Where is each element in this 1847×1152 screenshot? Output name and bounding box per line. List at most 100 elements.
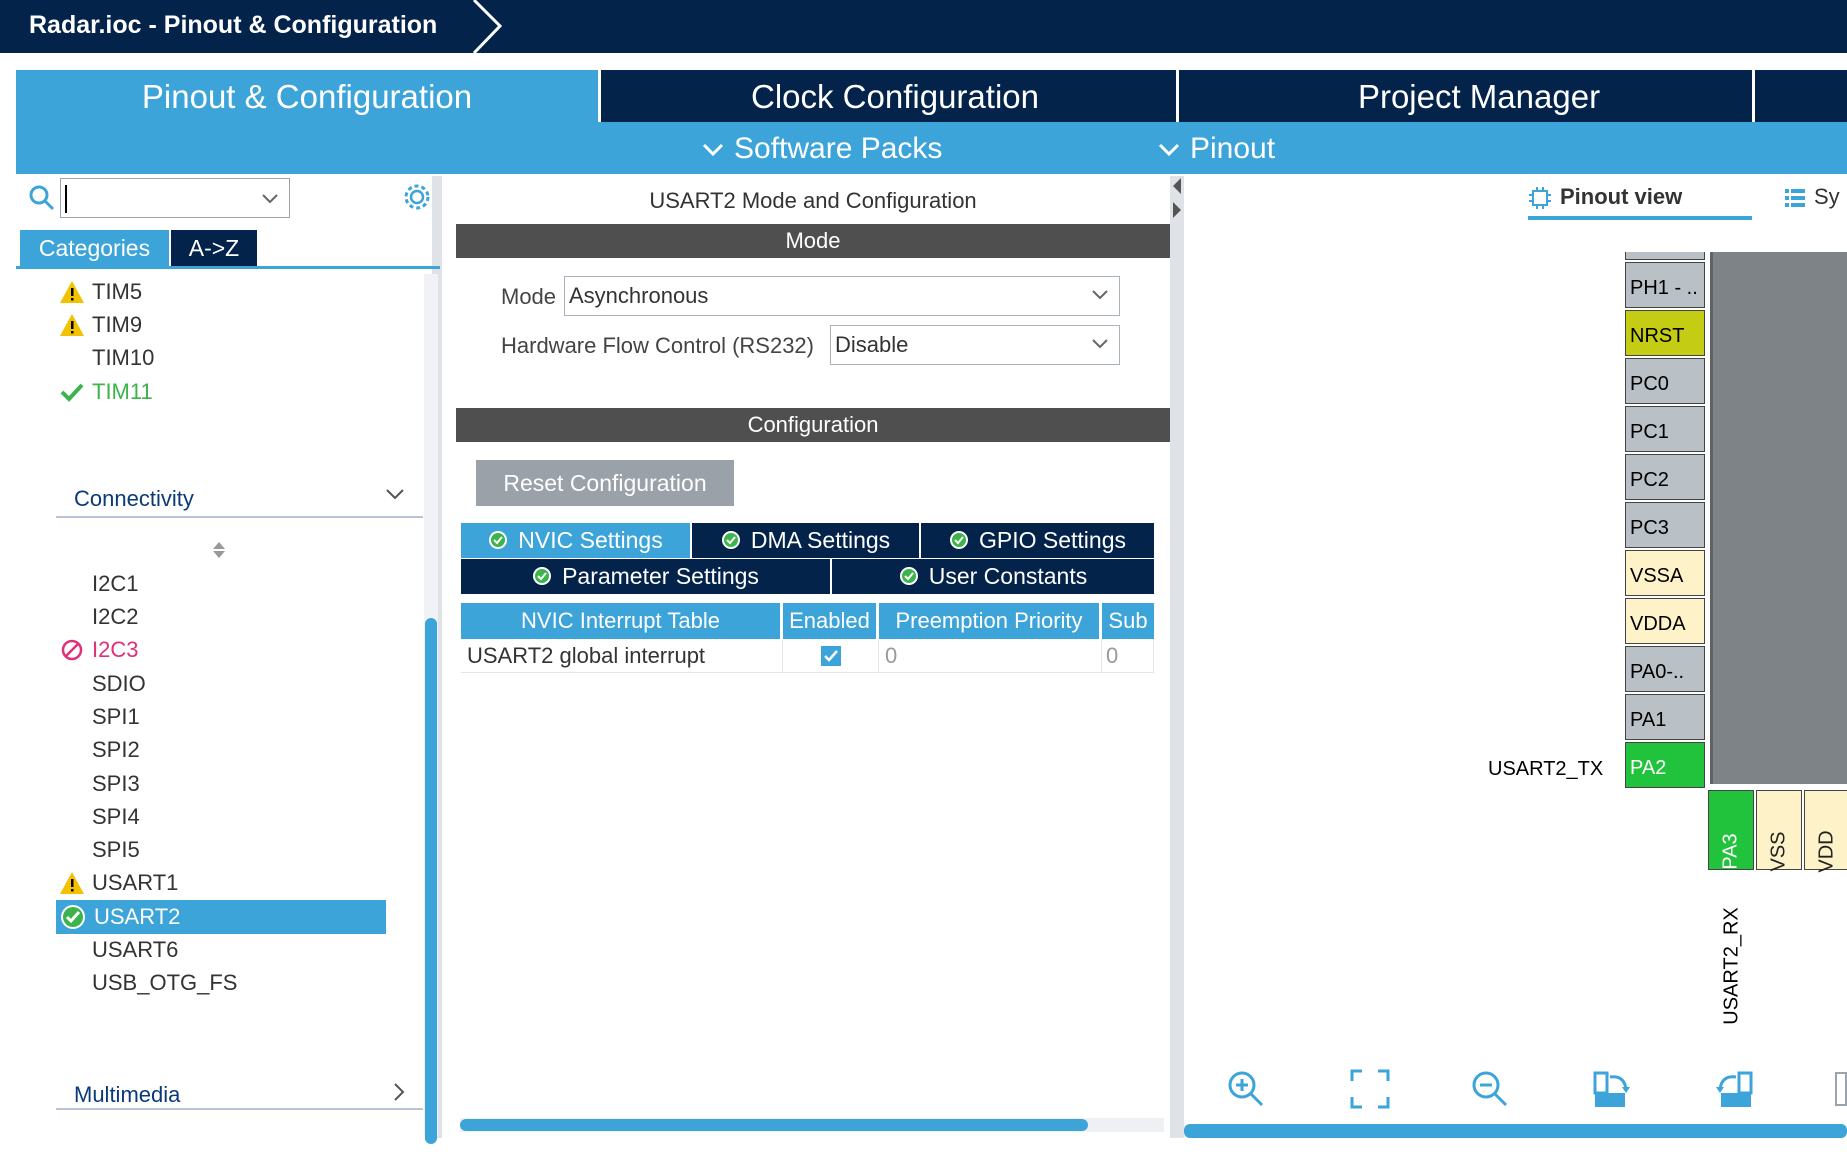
pin-pa3[interactable]: PA3 [1708, 790, 1754, 870]
more-tools-icon[interactable] [1834, 1069, 1847, 1109]
tree-item-tim5[interactable]: TIM5 [60, 277, 142, 307]
system-view-tab[interactable]: Sy [1784, 184, 1840, 210]
category-underline [16, 266, 440, 269]
pin-vss[interactable]: VSS [1756, 790, 1802, 872]
blocked-icon [61, 639, 83, 661]
pin-label: PA3 [1719, 833, 1742, 870]
tree-item-spi4[interactable]: SPI4 [92, 802, 140, 832]
enabled-checkbox[interactable] [820, 645, 842, 667]
group-multimedia[interactable]: Multimedia [56, 1072, 423, 1110]
scrollbar-thumb[interactable] [425, 618, 437, 1144]
pin-label: VSS [1767, 831, 1790, 872]
pin-stub [1625, 252, 1705, 260]
zoom-out-icon[interactable] [1470, 1069, 1510, 1109]
pin-label: PH1 - .. [1630, 277, 1698, 299]
pin-label: PA1 [1630, 709, 1667, 731]
config-panel-title: USART2 Mode and Configuration [649, 188, 977, 213]
pin-pa1[interactable]: PA1 [1625, 694, 1705, 740]
check-circle-icon [899, 566, 918, 585]
horizontal-scrollbar[interactable] [1184, 1124, 1847, 1138]
horizontal-scrollbar[interactable] [460, 1118, 1164, 1132]
pinout-view-tab[interactable]: Pinout view [1528, 184, 1682, 214]
pinout-menu[interactable]: Pinout [1158, 122, 1275, 174]
tree-item-sdio[interactable]: SDIO [92, 669, 146, 699]
pin-vssa[interactable]: VSSA [1625, 550, 1705, 596]
tree-item-usart1[interactable]: USART1 [60, 868, 178, 898]
collapse-handle-icon[interactable] [1172, 176, 1182, 224]
tree-item-spi2[interactable]: SPI2 [92, 735, 140, 765]
chevron-down-icon[interactable] [261, 193, 279, 205]
tree-item-usb-otg-fs[interactable]: USB_OTG_FS [92, 968, 237, 998]
panel-divider[interactable] [1170, 176, 1184, 1138]
pin-pc3[interactable]: PC3 [1625, 502, 1705, 548]
gear-icon[interactable] [402, 182, 432, 212]
tree-item-spi1[interactable]: SPI1 [92, 702, 140, 732]
categories-button[interactable]: Categories [20, 230, 169, 266]
table-cell-sub[interactable]: 0 [1102, 639, 1154, 673]
tree-item-i2c2[interactable]: I2C2 [92, 602, 138, 632]
tree-item-label: USART2 [94, 904, 181, 929]
pin-label: PA2 [1630, 757, 1667, 779]
pin-label: VSSA [1630, 565, 1684, 587]
pin-ph1[interactable]: PH1 - .. [1625, 262, 1705, 308]
tab-project-manager[interactable]: Project Manager [1179, 70, 1779, 122]
hwflow-label: Hardware Flow Control (RS232) [501, 333, 814, 358]
tab-pinout-configuration[interactable]: Pinout & Configuration [16, 70, 598, 122]
pin-pa2[interactable]: PA2 [1625, 742, 1705, 788]
column-header-enabled[interactable]: Enabled [783, 603, 876, 639]
pin-label: PC2 [1630, 469, 1669, 491]
tab-gpio-settings[interactable]: GPIO Settings [921, 523, 1154, 558]
zoom-in-icon[interactable] [1226, 1069, 1266, 1109]
pin-pc0[interactable]: PC0 [1625, 358, 1705, 404]
column-header-sub[interactable]: Sub [1102, 603, 1154, 639]
pin-label: NRST [1630, 325, 1685, 347]
software-packs-menu[interactable]: Software Packs [702, 122, 942, 174]
mode-section-header: Mode [456, 224, 1170, 258]
reset-configuration-button[interactable]: Reset Configuration [476, 460, 734, 506]
pin-vdda[interactable]: VDDA [1625, 598, 1705, 644]
sort-icon[interactable] [212, 540, 226, 560]
tree-item-i2c1[interactable]: I2C1 [92, 569, 138, 599]
pin-label: PC1 [1630, 421, 1669, 443]
scrollbar-thumb[interactable] [460, 1119, 1088, 1131]
column-header-nvic-interrupt-table[interactable]: NVIC Interrupt Table [461, 603, 780, 639]
tree-item-i2c3[interactable]: I2C3 [61, 635, 138, 665]
tab-nvic-settings[interactable]: NVIC Settings [461, 523, 690, 558]
pin-pc1[interactable]: PC1 [1625, 406, 1705, 452]
rotate-right-icon[interactable] [1592, 1069, 1634, 1109]
tab-dma-settings[interactable]: DMA Settings [692, 523, 919, 558]
group-connectivity[interactable]: Connectivity [56, 480, 423, 518]
window-title: Radar.ioc - Pinout & Configuration [29, 11, 438, 39]
tree-item-usart6[interactable]: USART6 [92, 935, 178, 965]
search-input[interactable] [60, 178, 290, 218]
tree-item-spi3[interactable]: SPI3 [92, 769, 140, 799]
pin-vdd[interactable]: VDD [1804, 790, 1847, 873]
chevron-down-icon [386, 489, 404, 500]
search-icon[interactable] [28, 184, 56, 212]
check-circle-icon [949, 530, 968, 549]
vertical-scrollbar[interactable] [424, 274, 438, 1144]
pin-pa0[interactable]: PA0-.. [1625, 646, 1705, 692]
hwflow-select[interactable]: Disable [830, 325, 1120, 365]
tree-item-tim10[interactable]: TIM10 [92, 343, 154, 373]
pin-label: PC3 [1630, 517, 1669, 539]
pin-pc2[interactable]: PC2 [1625, 454, 1705, 500]
pin-nrst[interactable]: NRST [1625, 310, 1705, 356]
tree-item-spi5[interactable]: SPI5 [92, 835, 140, 865]
rotate-left-icon[interactable] [1712, 1069, 1754, 1109]
tree-item-tim9[interactable]: TIM9 [60, 310, 143, 340]
fit-screen-icon[interactable] [1350, 1069, 1390, 1109]
column-header-preemption-priority[interactable]: Preemption Priority [879, 603, 1099, 639]
tab-clock-configuration[interactable]: Clock Configuration [601, 70, 1189, 122]
mode-label: Mode [501, 284, 557, 309]
tab-parameter-settings[interactable]: Parameter Settings [461, 559, 830, 594]
az-button[interactable]: A->Z [171, 230, 257, 266]
tab-user-constants[interactable]: User Constants [832, 559, 1154, 594]
mode-select[interactable]: Asynchronous [564, 276, 1120, 316]
tree-item-label: TIM9 [92, 312, 143, 337]
tree-item-label: SDIO [92, 671, 146, 696]
check-icon [60, 383, 84, 402]
tree-item-tim11[interactable]: TIM11 [60, 377, 153, 407]
tree-item-usart2[interactable]: USART2 [61, 902, 181, 932]
table-cell-preemption[interactable]: 0 [879, 639, 1102, 673]
